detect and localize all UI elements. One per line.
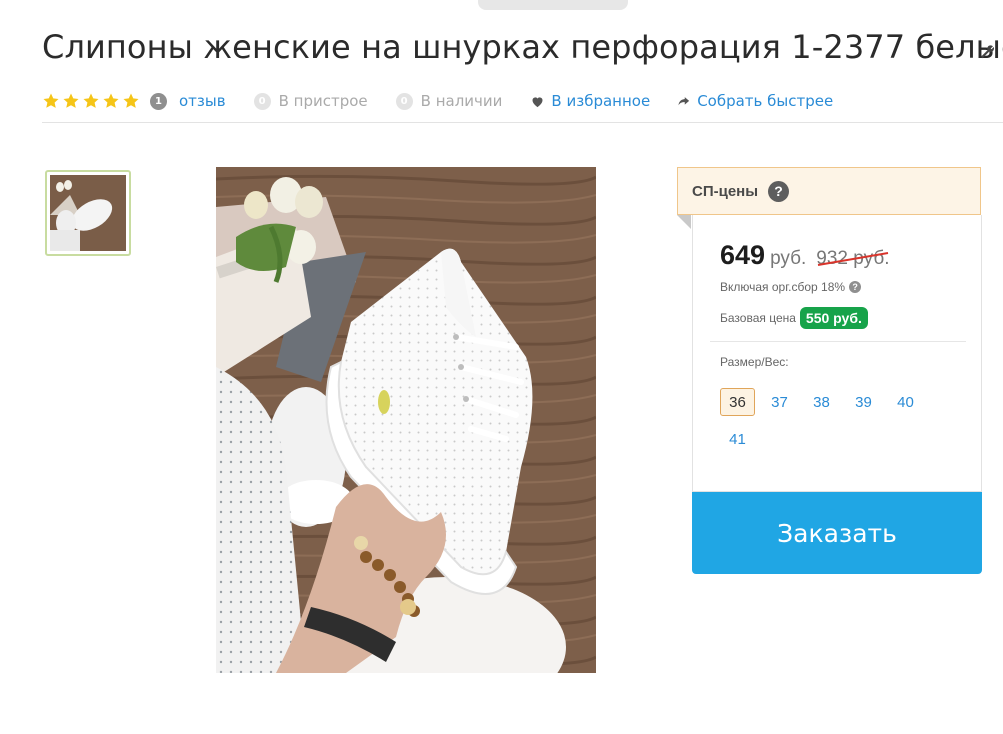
current-price: 649: [720, 240, 766, 270]
size-option-41[interactable]: 41: [720, 425, 755, 453]
base-price-label: Базовая цена: [720, 311, 796, 325]
old-price: 932 руб.: [816, 248, 889, 270]
size-options: 36 37 38 39 40 41: [720, 388, 960, 453]
price-currency: руб.: [770, 248, 807, 269]
base-price-badge: 550 руб.: [799, 307, 868, 329]
product-thumbnail[interactable]: [45, 170, 131, 256]
size-option-37[interactable]: 37: [762, 388, 797, 416]
size-option-38[interactable]: 38: [804, 388, 839, 416]
order-button[interactable]: Заказать: [692, 492, 982, 574]
star-icon: [63, 93, 79, 108]
size-option-36[interactable]: 36: [720, 388, 755, 416]
pristroy-indicator: 0 В пристрое: [253, 92, 368, 110]
base-price-row: Базовая цена 550 руб.: [720, 307, 868, 329]
included-fee-text: Включая орг.сбор 18%: [720, 280, 846, 294]
help-icon[interactable]: ?: [768, 180, 790, 202]
star-icon: [103, 93, 119, 108]
favorite-action[interactable]: В избранное: [530, 92, 650, 110]
sp-prices-label: СП-цены: [692, 182, 759, 200]
fee-help-icon[interactable]: ?: [849, 281, 862, 293]
star-icon: [43, 93, 59, 108]
thumbnail-image: [50, 175, 126, 251]
product-title: Слипоны женские на шнурках перфорация 1-…: [42, 28, 1003, 66]
size-label: Размер/Вес:: [720, 355, 789, 369]
size-option-40[interactable]: 40: [888, 388, 923, 416]
review-count-badge: 1: [150, 92, 167, 110]
price-card: 649 руб. 932 руб. Включая орг.сбор 18% ?…: [692, 215, 982, 492]
included-fee: Включая орг.сбор 18% ?: [720, 280, 862, 294]
product-meta-bar: 1 отзыв 0 В пристрое 0 В наличии В избра…: [42, 88, 861, 114]
collect-faster-action[interactable]: Собрать быстрее: [676, 92, 833, 110]
heart-icon: [532, 96, 543, 107]
card-divider: [710, 341, 966, 342]
product-main-photo[interactable]: [216, 167, 596, 673]
share-arrow-icon: [678, 96, 690, 105]
reviews-link[interactable]: отзыв: [179, 92, 226, 110]
sp-prices-header: СП-цены ?: [677, 167, 981, 215]
star-icon: [123, 93, 139, 108]
stock-count-badge: 0: [395, 92, 413, 110]
stock-indicator: 0 В наличии: [395, 92, 503, 110]
stock-label: В наличии: [420, 92, 503, 110]
collect-faster-label: Собрать быстрее: [697, 92, 834, 110]
star-icon: [83, 93, 99, 108]
pristroy-label: В пристрое: [278, 92, 368, 110]
strike-line: [818, 252, 889, 266]
favorite-label: В избранное: [551, 92, 651, 110]
pristroy-count-badge: 0: [253, 92, 271, 110]
wrench-icon[interactable]: [978, 44, 996, 62]
top-drag-handle: [478, 0, 628, 10]
ribbon-fold: [677, 215, 691, 229]
rating-stars[interactable]: [42, 92, 140, 110]
size-option-39[interactable]: 39: [846, 388, 881, 416]
price-row: 649 руб. 932 руб.: [720, 240, 890, 271]
header-divider: [42, 122, 1003, 123]
